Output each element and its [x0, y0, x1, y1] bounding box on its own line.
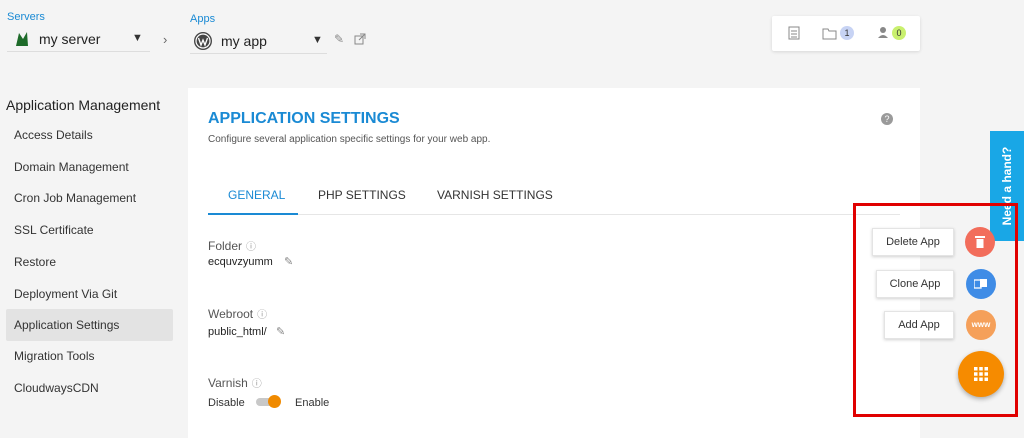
- external-link-icon[interactable]: [354, 33, 366, 45]
- sidebar-item-migration-tools[interactable]: Migration Tools: [6, 340, 173, 372]
- sidebar-item-application-settings[interactable]: Application Settings: [6, 309, 173, 341]
- app-caret-icon[interactable]: ▼: [312, 34, 323, 46]
- folder-value: ecquvzyumm: [208, 256, 273, 268]
- varnish-info-icon[interactable]: ⓘ: [252, 379, 262, 390]
- tab-general[interactable]: GENERAL: [228, 188, 285, 202]
- sidebar-title: Application Management: [6, 97, 161, 113]
- folder-label: Folder ⓘ: [208, 239, 257, 253]
- varnish-label: Varnish ⓘ: [208, 376, 262, 390]
- app-select[interactable]: my app: [190, 28, 327, 54]
- trash-icon: [975, 236, 985, 248]
- clone-app-icon-button[interactable]: [966, 269, 996, 299]
- user-count-badge: 0: [892, 26, 906, 40]
- page-subtitle: Configure several application specific s…: [208, 134, 491, 145]
- edit-folder-icon[interactable]: ✎: [284, 255, 293, 268]
- active-tab-indicator: [208, 213, 298, 215]
- edit-app-icon[interactable]: ✎: [334, 32, 344, 46]
- delete-app-icon-button[interactable]: [965, 227, 995, 257]
- top-widget: 1 0: [772, 16, 920, 51]
- sidebar-item-cloudways-cdn[interactable]: CloudwaysCDN: [6, 372, 173, 404]
- wordpress-icon: [194, 31, 212, 50]
- sidebar-item-cron-job-management[interactable]: Cron Job Management: [6, 182, 173, 214]
- settings-panel: APPLICATION SETTINGS Configure several a…: [188, 88, 920, 438]
- add-app-icon-button[interactable]: www: [966, 310, 996, 340]
- help-icon[interactable]: ?: [881, 113, 893, 125]
- user-icon[interactable]: [877, 26, 889, 39]
- server-caret-icon[interactable]: ▼: [132, 32, 143, 44]
- apps-label: Apps: [190, 13, 216, 25]
- folder-info-icon[interactable]: ⓘ: [246, 242, 256, 253]
- servers-label: Servers: [7, 11, 45, 23]
- www-icon: www: [971, 320, 991, 329]
- app-select-value: my app: [221, 32, 267, 49]
- settings-tabs: GENERAL PHP SETTINGS VARNISH SETTINGS: [208, 181, 900, 215]
- sidebar-item-domain-management[interactable]: Domain Management: [6, 151, 173, 183]
- sidebar-item-deployment-via-git[interactable]: Deployment Via Git: [6, 278, 173, 310]
- clone-app-button[interactable]: Clone App: [876, 270, 954, 298]
- varnish-disable-label: Disable: [208, 397, 245, 409]
- add-app-button[interactable]: Add App: [884, 311, 954, 339]
- delete-app-button[interactable]: Delete App: [872, 228, 954, 256]
- varnish-toggle-knob: [268, 395, 281, 408]
- server-select[interactable]: my server: [7, 26, 150, 52]
- app-actions-fab[interactable]: [958, 351, 1004, 397]
- webroot-label: Webroot ⓘ: [208, 307, 268, 321]
- folder-count-badge: 1: [840, 26, 854, 40]
- breadcrumb-chevron-icon: ›: [163, 32, 168, 47]
- webroot-value: public_html/: [208, 326, 267, 338]
- varnish-enable-label: Enable: [295, 397, 330, 409]
- sidebar-item-ssl-certificate[interactable]: SSL Certificate: [6, 214, 173, 246]
- sidebar-item-access-details[interactable]: Access Details: [6, 119, 173, 151]
- grid-menu-icon: [974, 367, 988, 381]
- server-select-value: my server: [39, 30, 101, 47]
- sidebar-item-restore[interactable]: Restore: [6, 246, 173, 278]
- tab-varnish-settings[interactable]: VARNISH SETTINGS: [437, 188, 553, 202]
- folder-icon[interactable]: [822, 27, 837, 40]
- webroot-info-icon[interactable]: ⓘ: [257, 310, 267, 321]
- varnish-toggle[interactable]: [256, 395, 281, 408]
- edit-webroot-icon[interactable]: ✎: [276, 325, 285, 338]
- server-icon: [16, 31, 28, 46]
- server-list-icon[interactable]: [788, 26, 800, 40]
- clone-icon: [973, 279, 987, 289]
- page-title: APPLICATION SETTINGS: [208, 110, 400, 127]
- tab-php-settings[interactable]: PHP SETTINGS: [318, 188, 406, 202]
